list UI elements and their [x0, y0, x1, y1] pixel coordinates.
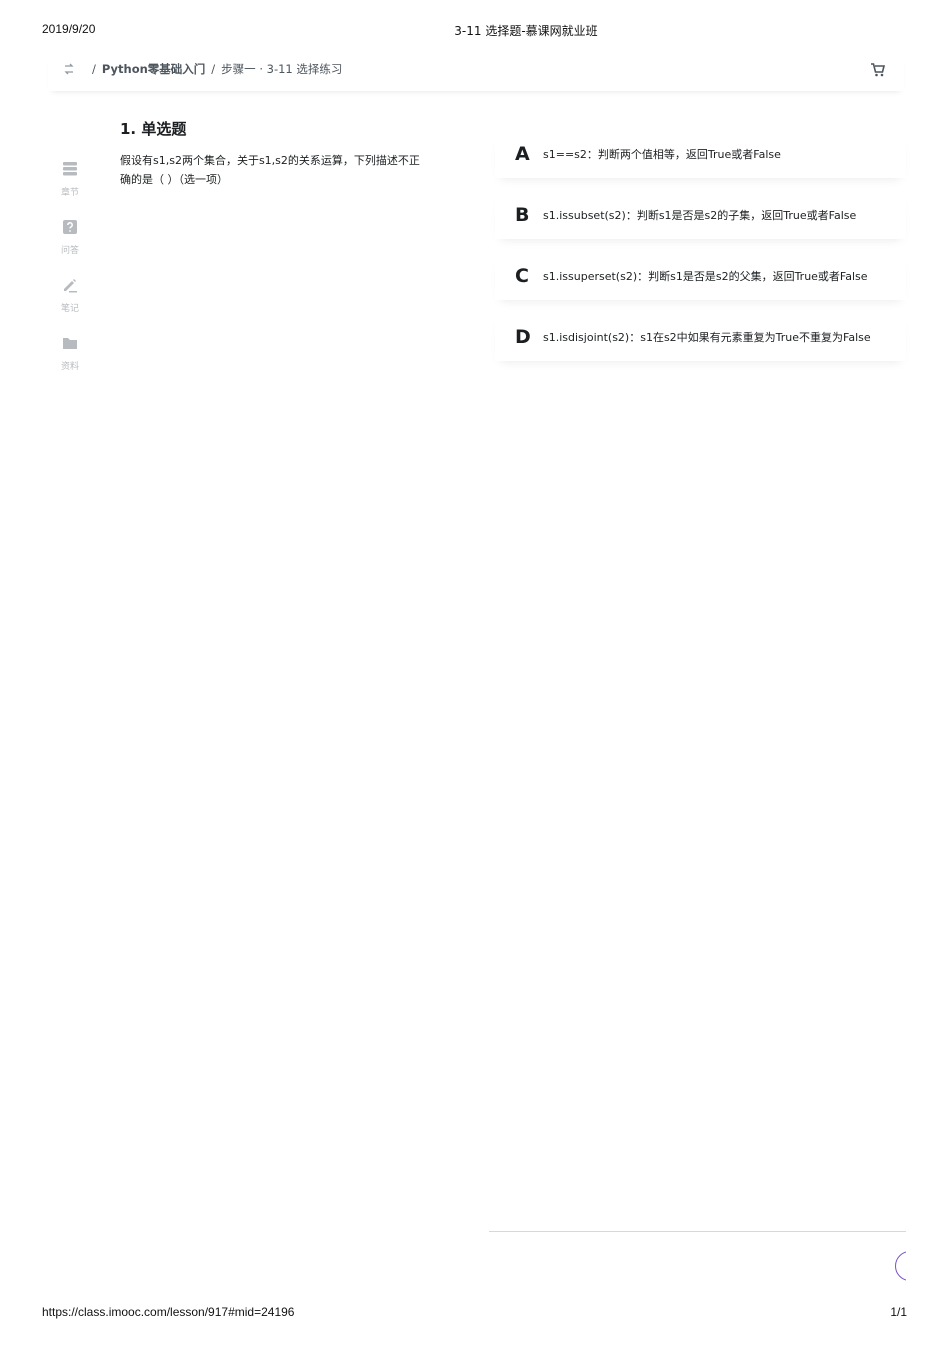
- option-a[interactable]: A s1==s2：判断两个值相等，返回True或者False: [495, 130, 906, 178]
- nav-item-notes[interactable]: 笔记: [48, 276, 92, 334]
- side-nav: 章节 问答 笔记 资料: [48, 160, 92, 392]
- question-panel: 1. 单选题 假设有s1,s2两个集合，关于s1,s2的关系运算，下列描述不正确…: [120, 118, 430, 189]
- note-icon: [61, 276, 79, 298]
- nav-label: 笔记: [60, 304, 79, 314]
- nav-item-qa[interactable]: 问答: [48, 218, 92, 276]
- option-letter: D: [515, 326, 531, 348]
- print-page-number: 1/1: [890, 1305, 907, 1319]
- top-bar: / Python零基础入门 / 步骤一 · 3-11 选择练习: [48, 55, 904, 91]
- nav-item-chapter[interactable]: 章节: [48, 160, 92, 218]
- breadcrumb-separator: /: [211, 62, 216, 76]
- shopping-cart-icon[interactable]: [870, 62, 886, 78]
- print-header: 2019/9/20 3-11 选择题-慕课网就业班: [0, 22, 950, 40]
- nav-label: 章节: [60, 188, 79, 198]
- breadcrumb-lesson: 步骤一 · 3-11 选择练习: [221, 62, 343, 76]
- answer-options: A s1==s2：判断两个值相等，返回True或者False B s1.issu…: [495, 130, 906, 374]
- print-title: 3-11 选择题-慕课网就业班: [454, 24, 598, 38]
- option-text: s1.issubset(s2)：判断s1是否是s2的子集，返回True或者Fal…: [543, 209, 857, 222]
- print-url: https://class.imooc.com/lesson/917#mid=2…: [42, 1305, 295, 1319]
- question-text: 假设有s1,s2两个集合，关于s1,s2的关系运算，下列描述不正确的是（ ）（选…: [120, 154, 420, 186]
- question-icon: [61, 218, 79, 240]
- submit-circle-button[interactable]: [895, 1251, 906, 1281]
- question-title: 1. 单选题: [120, 120, 187, 138]
- nav-label: 问答: [60, 246, 79, 256]
- option-c[interactable]: C s1.issuperset(s2)：判断s1是否是s2的父集，返回True或…: [495, 252, 906, 300]
- nav-item-materials[interactable]: 资料: [48, 334, 92, 392]
- chapter-icon: [61, 160, 79, 182]
- option-text: s1==s2：判断两个值相等，返回True或者False: [543, 148, 781, 161]
- nav-label: 资料: [60, 362, 79, 372]
- breadcrumb-separator: /: [92, 62, 96, 76]
- breadcrumb: / Python零基础入门 / 步骤一 · 3-11 选择练习: [62, 61, 342, 77]
- option-text: s1.isdisjoint(s2)：s1在s2中如果有元素重复为True不重复为…: [543, 331, 871, 344]
- option-letter: B: [515, 204, 530, 226]
- option-text: s1.issuperset(s2)：判断s1是否是s2的父集，返回True或者F…: [543, 270, 868, 283]
- toggle-menu-icon[interactable]: [62, 62, 76, 76]
- option-letter: A: [515, 143, 530, 165]
- option-letter: C: [515, 265, 529, 287]
- folder-icon: [61, 334, 79, 356]
- option-b[interactable]: B s1.issubset(s2)：判断s1是否是s2的子集，返回True或者F…: [495, 191, 906, 239]
- bottom-divider: [489, 1231, 906, 1232]
- breadcrumb-course-link[interactable]: Python零基础入门: [102, 61, 205, 77]
- option-d[interactable]: D s1.isdisjoint(s2)：s1在s2中如果有元素重复为True不重…: [495, 313, 906, 361]
